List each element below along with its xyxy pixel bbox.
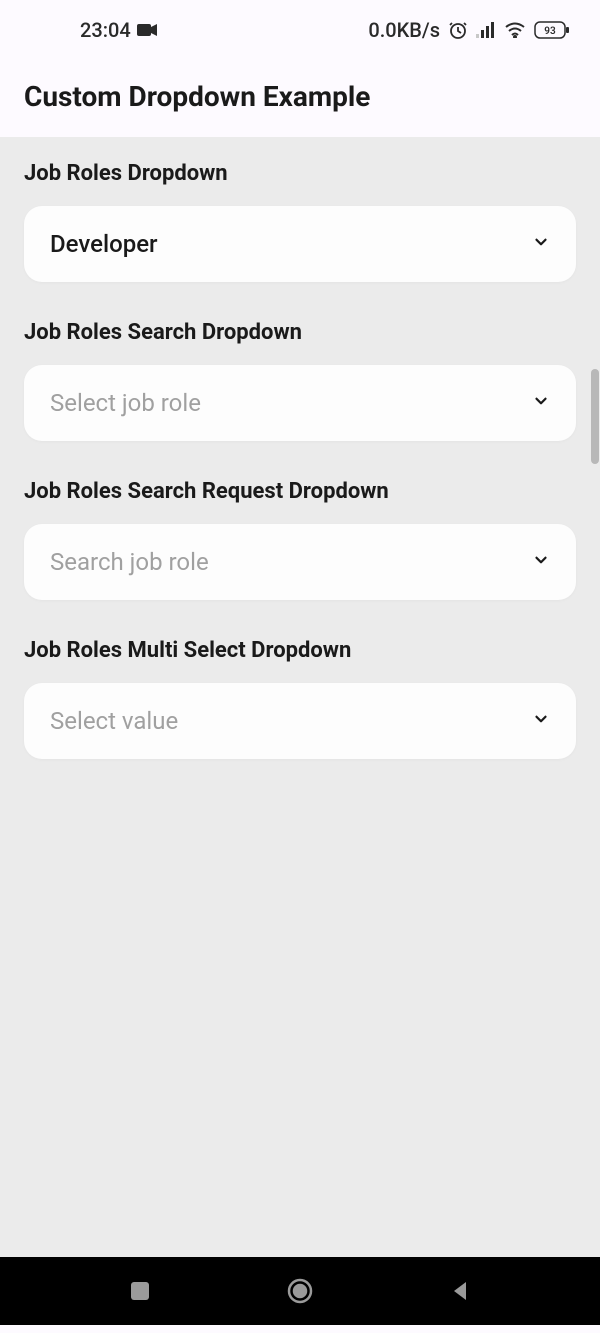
section-job-roles-search-dropdown: Job Roles Search Dropdown Select job rol…	[0, 320, 600, 479]
dropdown-job-roles[interactable]: Developer	[24, 206, 576, 282]
section-label: Job Roles Multi Select Dropdown	[24, 638, 576, 663]
dropdown-placeholder: Select value	[50, 707, 178, 735]
recent-apps-button[interactable]	[100, 1266, 180, 1316]
page-title: Custom Dropdown Example	[24, 80, 576, 113]
home-button[interactable]	[260, 1266, 340, 1316]
chevron-down-icon	[532, 392, 550, 414]
wifi-icon	[504, 22, 526, 38]
dropdown-value: Developer	[50, 230, 158, 258]
chevron-down-icon	[532, 551, 550, 573]
status-bar: 23:04 0.0KB/s	[0, 0, 600, 60]
chevron-down-icon	[532, 233, 550, 255]
section-job-roles-search-request-dropdown: Job Roles Search Request Dropdown Search…	[0, 479, 600, 638]
signal-icon	[476, 22, 496, 38]
camera-icon	[137, 23, 157, 37]
section-job-roles-multiselect-dropdown: Job Roles Multi Select Dropdown Select v…	[0, 638, 600, 797]
section-label: Job Roles Search Dropdown	[24, 320, 576, 345]
android-nav-bar	[0, 1257, 600, 1325]
status-right: 0.0KB/s	[368, 18, 570, 42]
dropdown-placeholder: Select job role	[50, 389, 201, 417]
alarm-icon	[448, 20, 468, 40]
section-label: Job Roles Search Request Dropdown	[24, 479, 576, 504]
scroll-indicator[interactable]	[591, 369, 599, 464]
dropdown-job-roles-search-request[interactable]: Search job role	[24, 524, 576, 600]
dropdown-job-roles-multiselect[interactable]: Select value	[24, 683, 576, 759]
svg-text:93: 93	[544, 26, 556, 37]
section-job-roles-dropdown: Job Roles Dropdown Developer	[0, 161, 600, 320]
dropdown-placeholder: Search job role	[50, 548, 209, 576]
app-header: Custom Dropdown Example	[0, 60, 600, 137]
dropdown-job-roles-search[interactable]: Select job role	[24, 365, 576, 441]
network-speed: 0.0KB/s	[368, 18, 440, 42]
chevron-down-icon	[532, 710, 550, 732]
section-label: Job Roles Dropdown	[24, 161, 576, 186]
back-button[interactable]	[420, 1266, 500, 1316]
battery-icon: 93	[534, 21, 570, 39]
content-area: Job Roles Dropdown Developer Job Roles S…	[0, 137, 600, 1257]
status-left: 23:04	[80, 18, 157, 42]
status-time: 23:04	[80, 18, 131, 42]
